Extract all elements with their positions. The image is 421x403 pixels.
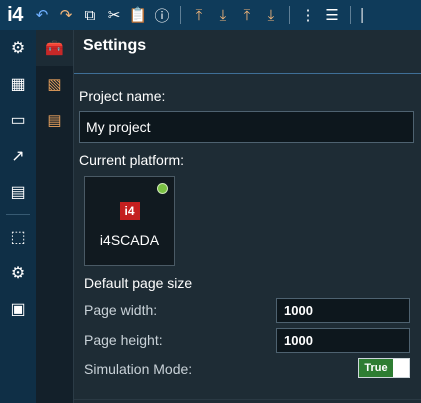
trends-icon: ↗ xyxy=(11,148,25,165)
toolbar-separator xyxy=(180,6,181,24)
platform-name: i4SCADA xyxy=(99,232,160,248)
rail-settings[interactable]: ⚙ xyxy=(0,30,36,66)
cut-button[interactable]: ✂ xyxy=(102,0,126,30)
undo-icon: ↶ xyxy=(35,7,49,24)
paste-button[interactable]: 📋 xyxy=(126,0,150,30)
gear-icon: ⚙ xyxy=(10,40,26,57)
package-upload-icon: ⬚ xyxy=(10,229,26,246)
toolbar-separator xyxy=(289,6,290,24)
align-bottom-alt-button[interactable]: ⤓ xyxy=(259,0,283,30)
toolbar-separator xyxy=(350,6,351,24)
reports-icon: ▤ xyxy=(10,184,26,201)
distribute-vertical-button[interactable]: ☰ xyxy=(320,0,344,30)
redo-button[interactable]: ↷ xyxy=(54,0,78,30)
top-toolbar: i4 ↶ ↷ ⧉ ✂ 📋 ⓘ ⤒ ⤓ ⤒ ⤓ ⋮ ☰ ⎸ xyxy=(0,0,421,30)
rail-reports[interactable]: ▤ xyxy=(0,174,36,210)
rail2-notes[interactable]: ▤ xyxy=(36,102,73,138)
distribute-horizontal-button[interactable]: ⋮ xyxy=(296,0,320,30)
align-top-button[interactable]: ⤒ xyxy=(187,0,211,30)
settings-panel: Settings Project name: My project Curren… xyxy=(73,30,421,403)
align-bottom-button[interactable]: ⤓ xyxy=(211,0,235,30)
platform-card-i4scada[interactable]: i4 i4SCADA xyxy=(84,176,175,266)
primary-nav-rail: ⚙ ▦ ▭ ↗ ▤ ⬚ ⚙ ▣ xyxy=(0,30,36,403)
info-button[interactable]: ⓘ xyxy=(150,0,174,30)
app-logo: i4 xyxy=(7,3,23,26)
simulation-mode-toggle[interactable]: True xyxy=(358,358,410,378)
page-height-label: Page height: xyxy=(84,332,163,348)
cut-icon: ✂ xyxy=(107,7,121,24)
undo-button[interactable]: ↶ xyxy=(30,0,54,30)
paste-icon: 📋 xyxy=(128,7,148,24)
notes-icon: ▤ xyxy=(47,112,62,129)
dashboard-icon: ▦ xyxy=(10,76,26,93)
project-name-input[interactable]: My project xyxy=(79,111,414,143)
distribute-vertical-icon: ☰ xyxy=(325,7,339,24)
widgets-icon: ▧ xyxy=(47,76,62,93)
platform-status-indicator xyxy=(157,183,168,194)
rail-analytics[interactable]: ⚙ xyxy=(0,255,36,291)
simulation-mode-toggle-state: True xyxy=(359,359,393,377)
rail-trends[interactable]: ↗ xyxy=(0,138,36,174)
analytics-settings-icon: ⚙ xyxy=(10,265,26,282)
default-page-size-label: Default page size xyxy=(84,275,193,291)
settings-title: Settings xyxy=(74,30,421,74)
page-height-input[interactable]: 1000 xyxy=(276,328,410,353)
align-top-icon: ⤒ xyxy=(195,6,203,24)
rail2-toolbox[interactable]: 🧰 xyxy=(36,30,73,66)
rail-window[interactable]: ▣ xyxy=(0,291,36,327)
simulation-mode-label: Simulation Mode: xyxy=(84,361,193,377)
current-platform-label: Current platform: xyxy=(79,152,185,168)
secondary-nav-rail: 🧰 ▧ ▤ xyxy=(36,30,73,403)
panel-bottom-divider xyxy=(74,399,421,400)
align-left-icon: ⎸ xyxy=(361,6,377,24)
align-top-alt-button[interactable]: ⤒ xyxy=(235,0,259,30)
window-icon: ▣ xyxy=(10,301,26,318)
redo-icon: ↷ xyxy=(59,7,73,24)
i4scada-logo: i4 xyxy=(119,202,140,220)
copy-icon: ⧉ xyxy=(84,6,96,24)
align-left-button[interactable]: ⎸ xyxy=(357,0,381,30)
rail-dashboard[interactable]: ▦ xyxy=(0,66,36,102)
project-name-label: Project name: xyxy=(79,88,166,104)
toolbox-icon: 🧰 xyxy=(45,40,64,57)
copy-button[interactable]: ⧉ xyxy=(78,0,102,30)
align-top-alt-icon: ⤒ xyxy=(243,6,251,24)
rail-monitor[interactable]: ▭ xyxy=(0,102,36,138)
distribute-horizontal-icon: ⋮ xyxy=(300,7,316,24)
rail-separator xyxy=(6,214,30,215)
align-bottom-icon: ⤓ xyxy=(219,6,227,24)
info-icon: ⓘ xyxy=(154,7,170,25)
monitor-icon: ▭ xyxy=(10,112,26,129)
page-width-label: Page width: xyxy=(84,302,158,318)
rail2-widgets[interactable]: ▧ xyxy=(36,66,73,102)
rail-packages[interactable]: ⬚ xyxy=(0,219,36,255)
align-bottom-alt-icon: ⤓ xyxy=(267,6,275,24)
page-width-input[interactable]: 1000 xyxy=(276,298,410,323)
